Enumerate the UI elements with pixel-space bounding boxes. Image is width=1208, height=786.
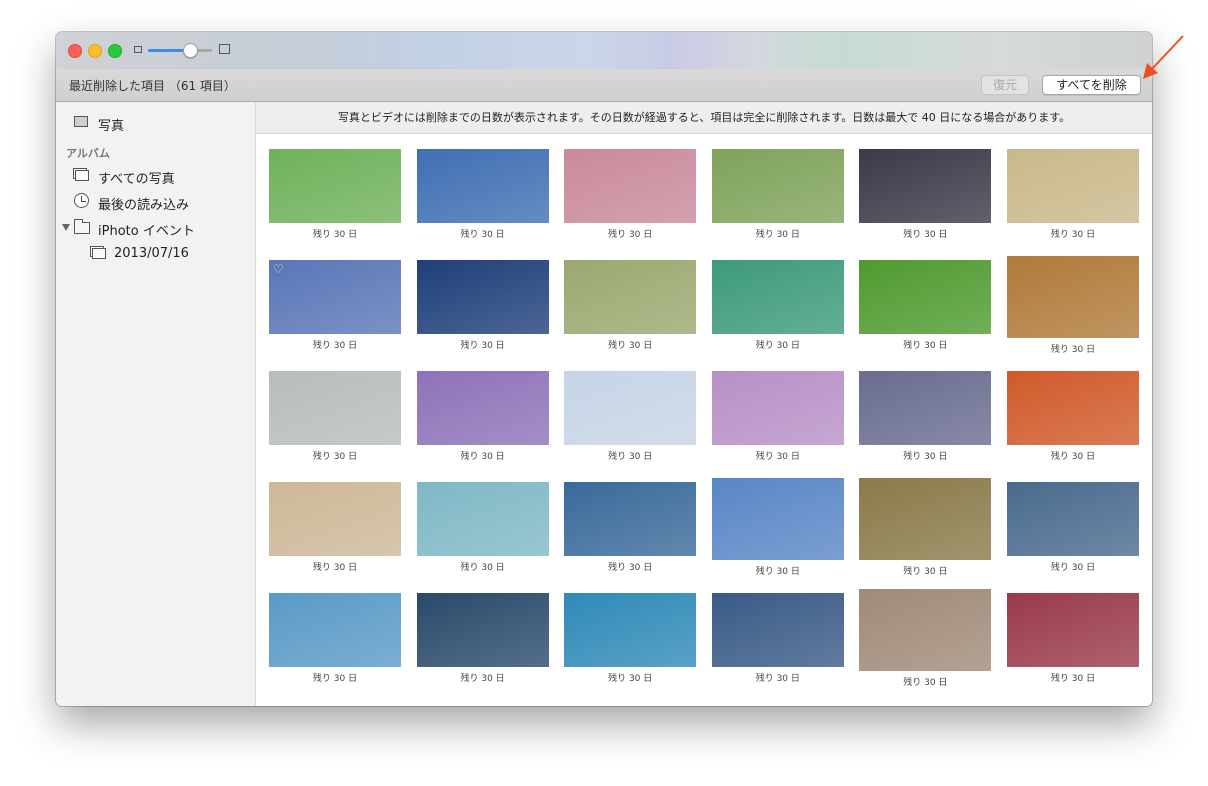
- arrow-shaft: [1150, 35, 1184, 71]
- annotation-arrow: [1143, 35, 1184, 79]
